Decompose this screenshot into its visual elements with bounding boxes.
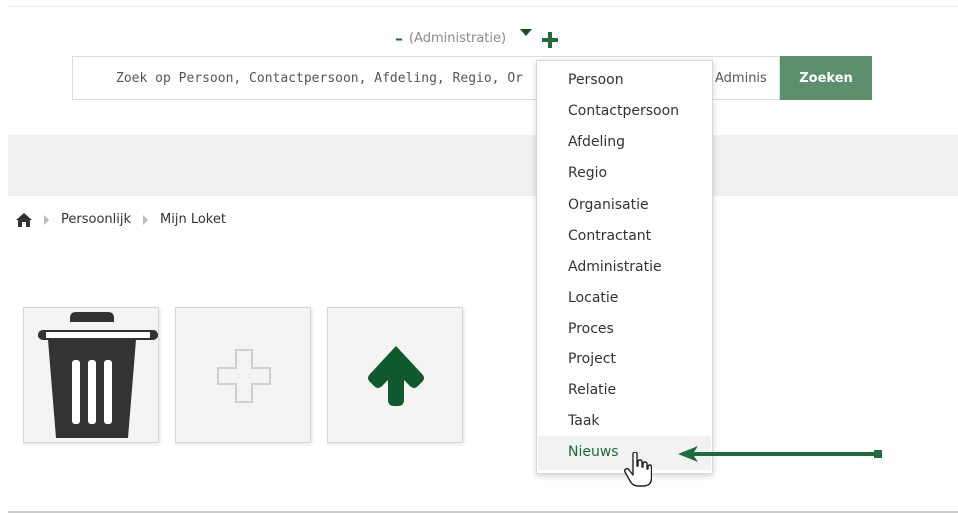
- plus-icon: [217, 349, 271, 403]
- trash-icon: [38, 312, 158, 438]
- breadcrumb-separator: [44, 214, 49, 225]
- annotation-arrow-icon: [678, 446, 882, 462]
- caret-down-icon[interactable]: [520, 28, 533, 36]
- toolbar-band: [8, 135, 958, 196]
- dropdown-item-organisatie[interactable]: Organisatie: [568, 197, 649, 213]
- tile-add[interactable]: [175, 307, 311, 443]
- arrow-up-icon: [368, 346, 424, 406]
- dropdown-item-afdeling[interactable]: Afdeling: [568, 134, 625, 150]
- dropdown-item-project[interactable]: Project: [568, 351, 616, 367]
- bottom-divider: [8, 511, 958, 513]
- search-button[interactable]: Zoeken: [780, 56, 872, 100]
- search-placeholder-tail: Adminis: [715, 71, 767, 86]
- scope-selector: – (Administratie): [395, 26, 559, 50]
- dropdown-item-contactpersoon[interactable]: Contactpersoon: [568, 103, 679, 119]
- dropdown-item-nieuws[interactable]: Nieuws: [568, 444, 619, 460]
- breadcrumb-mijn-loket[interactable]: Mijn Loket: [160, 212, 226, 227]
- dropdown-item-administratie[interactable]: Administratie: [568, 259, 662, 275]
- breadcrumb: Persoonlijk Mijn Loket: [16, 212, 238, 227]
- dropdown-item-regio[interactable]: Regio: [568, 165, 607, 181]
- hand-pointer-icon: [624, 452, 652, 487]
- home-icon[interactable]: [16, 212, 32, 227]
- breadcrumb-separator: [143, 214, 149, 225]
- add-scope-button[interactable]: [542, 32, 559, 48]
- dropdown-item-persoon[interactable]: Persoon: [568, 72, 624, 88]
- dropdown-item-relatie[interactable]: Relatie: [568, 382, 616, 398]
- dropdown-item-contractant[interactable]: Contractant: [568, 228, 651, 244]
- dropdown-item-locatie[interactable]: Locatie: [568, 290, 618, 306]
- dropdown-item-proces[interactable]: Proces: [568, 321, 614, 337]
- dropdown-item-taak[interactable]: Taak: [568, 413, 600, 429]
- search-type-dropdown: Persoon Contactpersoon Afdeling Regio Or…: [536, 60, 713, 474]
- breadcrumb-persoonlijk[interactable]: Persoonlijk: [61, 212, 131, 227]
- tile-trash[interactable]: [23, 307, 159, 443]
- scope-label: (Administratie): [409, 30, 507, 46]
- tile-move-up[interactable]: [327, 307, 463, 443]
- top-divider: [8, 6, 958, 7]
- remove-scope-button[interactable]: –: [395, 29, 403, 48]
